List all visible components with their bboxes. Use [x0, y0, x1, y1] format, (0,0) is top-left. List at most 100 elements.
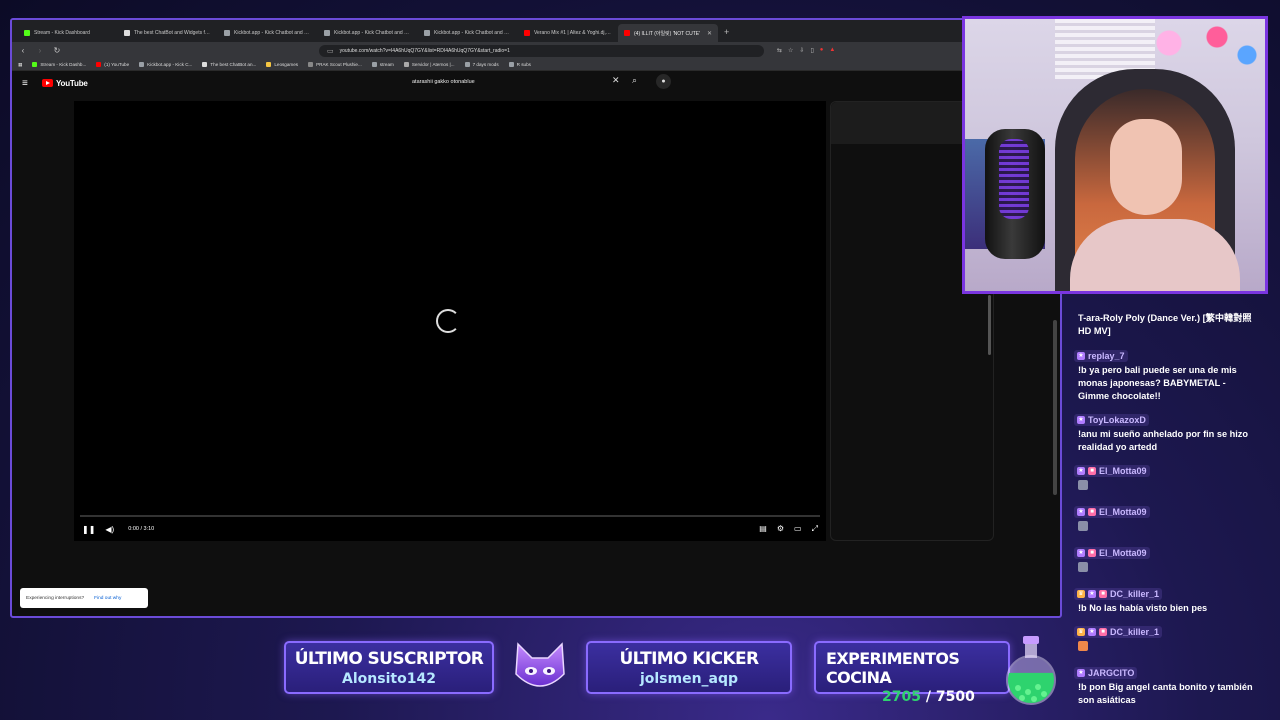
sidepanel-icon[interactable]: ▯: [810, 47, 813, 54]
goal-title: EXPERIMENTOS COCINA: [826, 649, 960, 687]
bookmarks-bar: ▦ Stream - Kick Dashb... (1) YouTube Kic…: [12, 59, 1060, 71]
webcam-feed: [962, 16, 1268, 294]
cat-mascot-icon: [515, 642, 565, 687]
tab-label: Kickbot.app - Kick Chatbot and Overl: [234, 30, 312, 36]
emote-icon: [1078, 562, 1088, 572]
reload-icon[interactable]: ↻: [52, 46, 62, 55]
tab[interactable]: Kickbot.app - Kick Chatbot and Overl: [418, 24, 518, 42]
subscriber-badge-icon: ★: [1077, 508, 1085, 516]
chat-message: ♛ ★ ■ DC_killer_1: [1074, 620, 1254, 656]
fullscreen-icon[interactable]: ⤢: [812, 524, 818, 534]
youtube-logo[interactable]: YouTube: [42, 79, 88, 88]
profile-icon[interactable]: ●: [820, 47, 824, 54]
bookmark-star-icon[interactable]: ☆: [788, 47, 793, 54]
bookmark-item[interactable]: R subs: [508, 62, 531, 67]
tab[interactable]: Kickbot.app - Kick Chatbot and Overl: [318, 24, 418, 42]
bookmark-item[interactable]: 7 days mods: [464, 62, 499, 67]
youtube-wordmark: YouTube: [56, 78, 88, 88]
close-tab-icon[interactable]: ✕: [707, 30, 712, 37]
chat-username[interactable]: ★ ■ El_Motta09: [1074, 506, 1150, 518]
username-text: ToyLokazoxD: [1088, 415, 1146, 425]
chat-username[interactable]: ★ JARGCITO: [1074, 667, 1138, 679]
forward-icon[interactable]: ›: [35, 46, 45, 55]
chat-message-text: !b pon Big angel canta bonito y también …: [1078, 682, 1253, 705]
chat-username[interactable]: ♛ ★ ■ DC_killer_1: [1074, 626, 1163, 638]
chat-username[interactable]: ♛ ★ ■ DC_killer_1: [1074, 588, 1163, 600]
gift-badge-icon: ■: [1088, 467, 1096, 475]
username-text: DC_killer_1: [1110, 589, 1160, 599]
search-input[interactable]: atarashii gakko otonablue: [408, 75, 628, 89]
record-icon[interactable]: ▲: [829, 47, 835, 54]
bookmark-item[interactable]: The best ChatBot an...: [202, 62, 256, 67]
subscriber-badge-icon: ★: [1077, 467, 1085, 475]
search-icon[interactable]: ⌕: [632, 75, 637, 86]
username-text: JARGCITO: [1088, 668, 1135, 678]
bookmark-item[interactable]: PRAK Scout Plushie...: [308, 62, 362, 67]
tab[interactable]: The best ChatBot and Widgets for K: [118, 24, 218, 42]
hamburger-menu-icon[interactable]: ≡: [22, 78, 36, 89]
last-kicker-name: jolsmen_aqp: [639, 671, 739, 687]
chat-message: ★ replay_7 !b ya pero bali puede ser una …: [1074, 344, 1254, 403]
bookmark-item[interactable]: Stream - Kick Dashb...: [32, 62, 86, 67]
bookmark-item[interactable]: Leosgames: [266, 62, 298, 67]
bookmark-label: Leosgames: [274, 62, 299, 67]
goal-separator: /: [920, 689, 936, 705]
find-out-why-link[interactable]: Find out why: [94, 596, 121, 601]
gift-badge-icon: ■: [1088, 508, 1096, 516]
back-icon[interactable]: ‹: [18, 46, 28, 55]
last-kicker-panel: ÚLTIMO KICKER jolsmen_aqp: [586, 641, 792, 694]
tab-active[interactable]: (4) ILLIT (아일릿) 'NOT CUTE' ✕: [618, 24, 718, 42]
apps-grid-icon[interactable]: ▦: [18, 62, 22, 68]
site-favicon-icon: [324, 30, 330, 36]
bookmark-label: The best ChatBot an...: [210, 62, 257, 67]
streamer-face: [1110, 119, 1182, 215]
tab[interactable]: Stream - Kick Dashboard: [18, 24, 118, 42]
chat-username[interactable]: ★ ■ El_Motta09: [1074, 547, 1150, 559]
browser-toolbar: ‹ › ↻ ▭ youtube.com/watch?v=I4A6hUqQ7GY&…: [12, 42, 1060, 59]
chat-message: ♛ ★ ■ DC_killer_1 !b No las había visto bie…: [1074, 582, 1254, 615]
theater-mode-icon[interactable]: ▭: [794, 524, 802, 534]
goal-panel: EXPERIMENTOS COCINA 2705 / 7500: [814, 641, 1010, 705]
streamer-body: [1070, 219, 1240, 291]
volume-icon[interactable]: ◀): [105, 525, 114, 534]
new-tab-icon[interactable]: +: [718, 27, 735, 37]
last-subscriber-panel: ÚLTIMO SUSCRIPTOR Alonsito142: [284, 641, 494, 694]
translate-icon[interactable]: ⇆: [777, 47, 782, 54]
bookmark-favicon-icon: [32, 62, 38, 67]
chat-username[interactable]: ★ ToyLokazoxD: [1074, 414, 1149, 426]
bookmark-item[interactable]: stream: [371, 62, 394, 67]
tab[interactable]: Verano Mix #1 | Altez & Yoghi.dj, Ja: [518, 24, 618, 42]
cast-icon: ▭: [327, 47, 334, 55]
downloads-icon[interactable]: ⇩: [799, 47, 804, 54]
youtube-play-icon: [42, 79, 53, 87]
chat-username[interactable]: ★ replay_7: [1074, 350, 1128, 362]
username-text: replay_7: [1088, 351, 1125, 361]
bookmark-item[interactable]: (1) YouTube: [96, 62, 129, 67]
mic-icon[interactable]: ●: [656, 74, 671, 89]
chat-username[interactable]: ★ ■ El_Motta09: [1074, 465, 1150, 477]
panel-title: ÚLTIMO KICKER: [619, 649, 759, 669]
tab-label: (4) ILLIT (아일릿) 'NOT CUTE': [634, 30, 701, 37]
pause-icon[interactable]: ❚❚: [82, 525, 95, 534]
bookmark-item[interactable]: Kickbot.app - Kick C...: [139, 62, 192, 67]
page-scrollbar[interactable]: [1053, 320, 1057, 495]
tab[interactable]: Kickbot.app - Kick Chatbot and Overl: [218, 24, 318, 42]
chat-message: ★ ■ El_Motta09: [1074, 459, 1254, 495]
potion-flask-icon: [1006, 636, 1056, 705]
chat-message: ★ ■ El_Motta09: [1074, 541, 1254, 577]
gift-badge-icon: ■: [1099, 628, 1107, 636]
bookmark-item[interactable]: Servidor | Aternos |...: [403, 62, 455, 67]
chat-message: ★ ToyLokazoxD !anu mi sueño anhelado por …: [1074, 408, 1254, 454]
bookmark-label: Stream - Kick Dashb...: [40, 62, 87, 67]
video-player[interactable]: ❚❚ ◀) 0:00 / 3:10 ▤ ⚙ ▭ ⤢: [74, 101, 826, 541]
subtitles-icon[interactable]: ▤: [759, 524, 767, 534]
bookmark-label: Kickbot.app - Kick C...: [147, 62, 193, 67]
settings-gear-icon[interactable]: ⚙: [777, 524, 784, 534]
tab-label: Kickbot.app - Kick Chatbot and Overl: [334, 30, 412, 36]
address-bar[interactable]: ▭ youtube.com/watch?v=I4A6hUqQ7GY&list=R…: [319, 44, 764, 57]
bookmark-label: PRAK Scout Plushie...: [316, 62, 362, 67]
username-text: El_Motta09: [1099, 548, 1147, 558]
clear-search-icon[interactable]: ✕: [612, 75, 620, 86]
playlist-scrollbar[interactable]: [988, 295, 991, 355]
folder-icon: [464, 62, 470, 67]
